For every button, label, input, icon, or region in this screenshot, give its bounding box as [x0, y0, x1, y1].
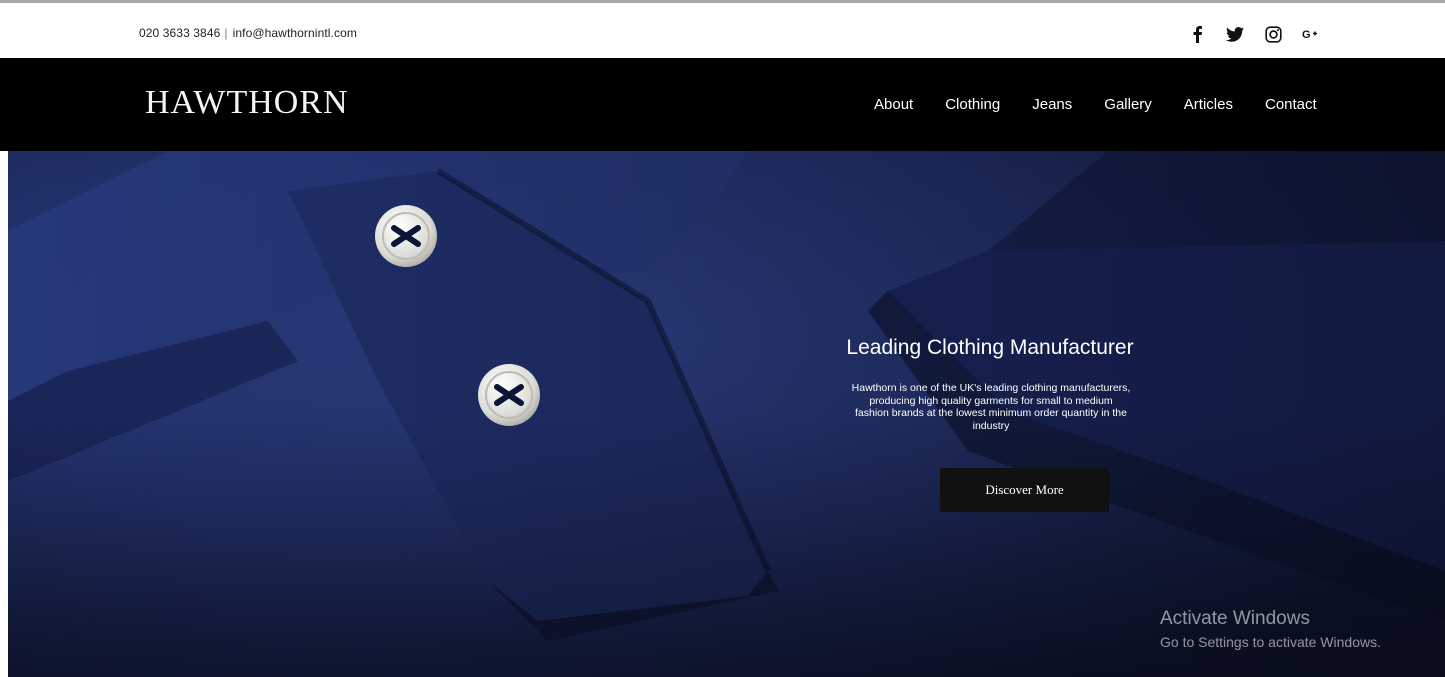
svg-text:G: G: [1302, 29, 1311, 40]
contact-separator: |: [224, 26, 228, 40]
main-navigation: About Clothing Jeans Gallery Articles Co…: [874, 96, 1317, 114]
instagram-icon[interactable]: [1262, 23, 1284, 45]
polo-shirt-image: [8, 151, 1445, 677]
shirt-button-top: [375, 205, 437, 267]
phone-number[interactable]: 020 3633 3846: [139, 26, 220, 40]
nav-contact[interactable]: Contact: [1265, 96, 1317, 114]
nav-jeans[interactable]: Jeans: [1032, 96, 1072, 114]
nav-clothing[interactable]: Clothing: [945, 96, 1000, 114]
email-link[interactable]: info@hawthornintl.com: [233, 26, 357, 40]
activate-windows-watermark: Activate Windows Go to Settings to activ…: [1160, 608, 1381, 651]
hero-description: Hawthorn is one of the UK's leading clot…: [851, 382, 1131, 432]
watermark-title: Activate Windows: [1160, 608, 1310, 629]
main-header: HAWTHORN About Clothing Jeans Gallery Ar…: [0, 58, 1445, 151]
nav-gallery[interactable]: Gallery: [1104, 96, 1152, 114]
google-plus-icon[interactable]: G: [1300, 23, 1322, 45]
nav-about[interactable]: About: [874, 96, 913, 114]
top-border: [0, 0, 1445, 9]
hero-title: Leading Clothing Manufacturer: [846, 336, 1134, 359]
watermark-subtitle: Go to Settings to activate Windows.: [1160, 634, 1381, 650]
nav-articles[interactable]: Articles: [1184, 96, 1233, 114]
top-contact-bar: 020 3633 3846 | info@hawthornintl.com G: [0, 9, 1445, 58]
contact-info: 020 3633 3846 | info@hawthornintl.com: [139, 26, 357, 40]
social-links: G: [1186, 23, 1322, 45]
discover-more-button[interactable]: Discover More: [940, 468, 1109, 512]
hero-banner: Leading Clothing Manufacturer Hawthorn i…: [8, 151, 1445, 677]
twitter-icon[interactable]: [1224, 23, 1246, 45]
shirt-button-bottom: [478, 364, 540, 426]
facebook-icon[interactable]: [1186, 23, 1208, 45]
site-logo[interactable]: HAWTHORN: [145, 83, 349, 123]
